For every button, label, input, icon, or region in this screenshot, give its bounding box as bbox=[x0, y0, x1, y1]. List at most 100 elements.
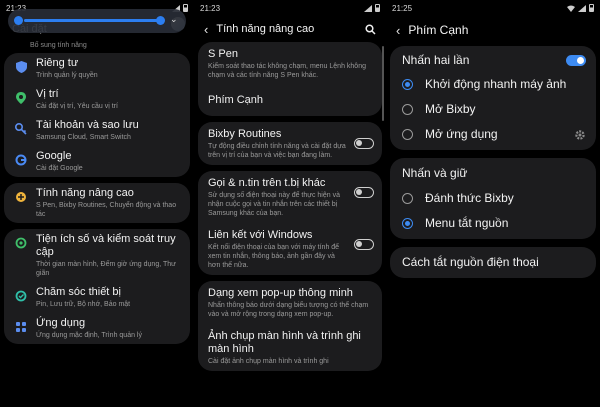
double-press-toggle[interactable] bbox=[566, 55, 586, 66]
shield-icon bbox=[14, 60, 28, 74]
item-subtitle: Nhấn thông báo dưới dạng biểu tượng có t… bbox=[208, 302, 369, 318]
double-press-group: Nhấn hai lần Khởi động nhanh máy ảnh Mở … bbox=[390, 46, 596, 150]
settings-item-s-pen[interactable]: S Pen Kiểm soát thao tác không chạm, menu… bbox=[198, 42, 382, 85]
apps-icon bbox=[14, 320, 28, 334]
option-wake-bixby[interactable]: Đánh thức Bixby bbox=[390, 186, 596, 211]
settings-item-location[interactable]: Vị trí Cài đặt vị trí, Yêu cầu vị trí bbox=[4, 84, 190, 115]
location-pin-icon bbox=[14, 91, 28, 105]
item-subtitle: Kiểm soát thao tác không chạm, menu Lệnh… bbox=[208, 63, 366, 79]
item-subtitle: Sử dụng số điện thoại này để thực hiện v… bbox=[208, 192, 340, 217]
power-off-settings-label: Cách tắt nguồn điện thoại bbox=[402, 255, 539, 269]
call-text-toggle[interactable] bbox=[354, 187, 374, 198]
peek-subtitle: Bố sung tính năng bbox=[30, 42, 87, 49]
settings-item-digital-wellbeing[interactable]: Tiện ích số và kiểm soát truy cập Thời gi… bbox=[4, 229, 190, 282]
item-title: Chăm sóc thiết bị bbox=[36, 286, 121, 298]
settings-group-wellbeing: Tiện ích số và kiểm soát truy cập Thời gi… bbox=[4, 229, 190, 344]
side-key-screen: 21:25 ‹ Phím Cạnh Nhấn hai lần Khởi động… bbox=[386, 0, 600, 407]
settings-group-privacy: Riêng tư Trình quản lý quyền Vị trí Cài đặ… bbox=[4, 53, 190, 177]
status-bar: 21:23 bbox=[194, 0, 386, 16]
status-time: 21:23 bbox=[200, 3, 221, 13]
device-care-icon bbox=[14, 289, 28, 303]
volume-track bbox=[24, 19, 158, 22]
settings-item-advanced-features[interactable]: Tính năng nâng cao S Pen, Bixby Routines,… bbox=[4, 183, 190, 223]
back-arrow-icon[interactable]: ‹ bbox=[204, 22, 208, 37]
advanced-features-screen: 21:23 ‹ Tính năng nâng cao S Pen Kiểm soá… bbox=[194, 0, 386, 407]
item-subtitle: Tự động điều chỉnh tính năng và cài đặt … bbox=[208, 143, 346, 159]
gear-plus-icon bbox=[14, 190, 28, 204]
item-subtitle: Ứng dụng mặc định, Trình quản lý bbox=[36, 332, 142, 339]
settings-item-smart-popup-view[interactable]: Dạng xem pop-up thông minh Nhấn thông báo… bbox=[198, 281, 382, 324]
search-icon[interactable] bbox=[365, 23, 376, 35]
option-label: Khởi động nhanh máy ảnh bbox=[425, 77, 567, 91]
volume-knob[interactable] bbox=[156, 16, 165, 25]
radio-button[interactable] bbox=[402, 129, 413, 140]
settings-item-device-care[interactable]: Chăm sóc thiết bị Pin, Lưu trữ, Bộ nhớ, B… bbox=[4, 282, 190, 313]
back-arrow-icon[interactable]: ‹ bbox=[396, 23, 400, 38]
settings-item-screenshots-recorder[interactable]: Ảnh chụp màn hình và trình ghi màn hình C… bbox=[198, 324, 382, 371]
item-title: Tiện ích số và kiểm soát truy cập bbox=[36, 233, 176, 258]
item-subtitle: Cài đặt vị trí, Yêu cầu vị trí bbox=[36, 103, 118, 110]
power-off-settings-link[interactable]: Cách tắt nguồn điện thoại bbox=[390, 247, 596, 278]
settings-screen: 21:23 ⌄ Cài đặt Bố sung tính năng Riêng … bbox=[0, 0, 194, 407]
signal-icon bbox=[578, 4, 586, 12]
battery-icon bbox=[183, 4, 188, 12]
radio-button[interactable] bbox=[402, 79, 413, 90]
option-quick-launch-camera[interactable]: Khởi động nhanh máy ảnh bbox=[390, 72, 596, 97]
chevron-down-icon[interactable]: ⌄ bbox=[170, 14, 178, 25]
radio-button[interactable] bbox=[402, 218, 413, 229]
item-title: Bixby Routines bbox=[208, 128, 282, 140]
settings-item-accounts[interactable]: Tài khoản và sao lưu Samsung Cloud, Smart… bbox=[4, 115, 190, 146]
settings-group-advanced: Tính năng nâng cao S Pen, Bixby Routines,… bbox=[4, 183, 190, 223]
item-subtitle: Pin, Lưu trữ, Bộ nhớ, Bảo mật bbox=[36, 301, 131, 308]
bixby-routines-toggle[interactable] bbox=[354, 138, 374, 149]
settings-item-side-key[interactable]: Phím Cạnh bbox=[198, 85, 382, 116]
battery-icon bbox=[375, 4, 380, 12]
wifi-icon bbox=[567, 5, 575, 12]
option-label: Mở Bixby bbox=[425, 102, 476, 116]
page-title: Tính năng nâng cao bbox=[216, 23, 315, 35]
item-subtitle: Cài đặt Google bbox=[36, 165, 83, 172]
settings-group-spen: S Pen Kiểm soát thao tác không chạm, menu… bbox=[198, 42, 382, 116]
item-subtitle: Thời gian màn hình, Đếm giờ ứng dụng, Th… bbox=[36, 261, 176, 277]
settings-item-privacy[interactable]: Riêng tư Trình quản lý quyền bbox=[4, 53, 190, 84]
volume-dot bbox=[14, 16, 23, 25]
item-title: Tài khoản và sao lưu bbox=[36, 119, 139, 131]
item-title: Gọi & n.tin trên t.bị khác bbox=[208, 177, 326, 189]
settings-item-apps[interactable]: Ứng dụng Ứng dụng mặc định, Trình quản lý bbox=[4, 313, 190, 344]
double-press-header[interactable]: Nhấn hai lần bbox=[390, 46, 596, 72]
item-subtitle: Samsung Cloud, Smart Switch bbox=[36, 134, 131, 141]
item-title: Dạng xem pop-up thông minh bbox=[208, 287, 353, 299]
item-subtitle: Kết nối điện thoại của bạn với máy tính … bbox=[208, 244, 340, 269]
double-press-title: Nhấn hai lần bbox=[402, 53, 470, 67]
page-title: Phím Cạnh bbox=[408, 23, 469, 37]
press-hold-title: Nhấn và giữ bbox=[402, 166, 468, 180]
settings-item-link-to-windows[interactable]: Liên kết với Windows Kết nối điện thoại c… bbox=[198, 223, 382, 275]
radio-button[interactable] bbox=[402, 104, 413, 115]
option-open-bixby[interactable]: Mở Bixby bbox=[390, 97, 596, 122]
option-label: Mở ứng dụng bbox=[425, 127, 498, 141]
item-title: Google bbox=[36, 150, 72, 162]
item-subtitle: S Pen, Bixby Routines, Chuyển động và th… bbox=[36, 202, 177, 218]
settings-item-google[interactable]: Google Cài đặt Google bbox=[4, 146, 190, 177]
press-hold-header: Nhấn và giữ bbox=[390, 158, 596, 186]
battery-icon bbox=[589, 4, 594, 12]
power-off-settings-group: Cách tắt nguồn điện thoại bbox=[390, 247, 596, 278]
item-title: Vị trí bbox=[36, 88, 59, 100]
gear-icon[interactable] bbox=[574, 129, 586, 141]
item-title: Tính năng nâng cao bbox=[36, 187, 134, 199]
option-open-app[interactable]: Mở ứng dụng bbox=[390, 122, 596, 150]
option-power-off-menu[interactable]: Menu tắt nguồn bbox=[390, 211, 596, 239]
item-title: Phím Cạnh bbox=[208, 94, 264, 106]
link-windows-toggle[interactable] bbox=[354, 239, 374, 250]
radio-button[interactable] bbox=[402, 193, 413, 204]
app-bar: ‹ Phím Cạnh bbox=[386, 16, 600, 44]
signal-icon bbox=[364, 4, 372, 12]
scrollbar[interactable] bbox=[382, 46, 384, 121]
settings-item-call-text-other-devices[interactable]: Gọi & n.tin trên t.bị khác Sử dụng số điệ… bbox=[198, 171, 382, 223]
item-subtitle: Trình quản lý quyền bbox=[36, 72, 98, 79]
item-title: Liên kết với Windows bbox=[208, 229, 313, 241]
settings-item-bixby-routines[interactable]: Bixby Routines Tự động điều chỉnh tính nă… bbox=[198, 122, 382, 165]
option-label: Đánh thức Bixby bbox=[425, 191, 514, 205]
media-volume-slider[interactable]: ⌄ bbox=[8, 9, 186, 33]
item-title: Riêng tư bbox=[36, 57, 79, 69]
